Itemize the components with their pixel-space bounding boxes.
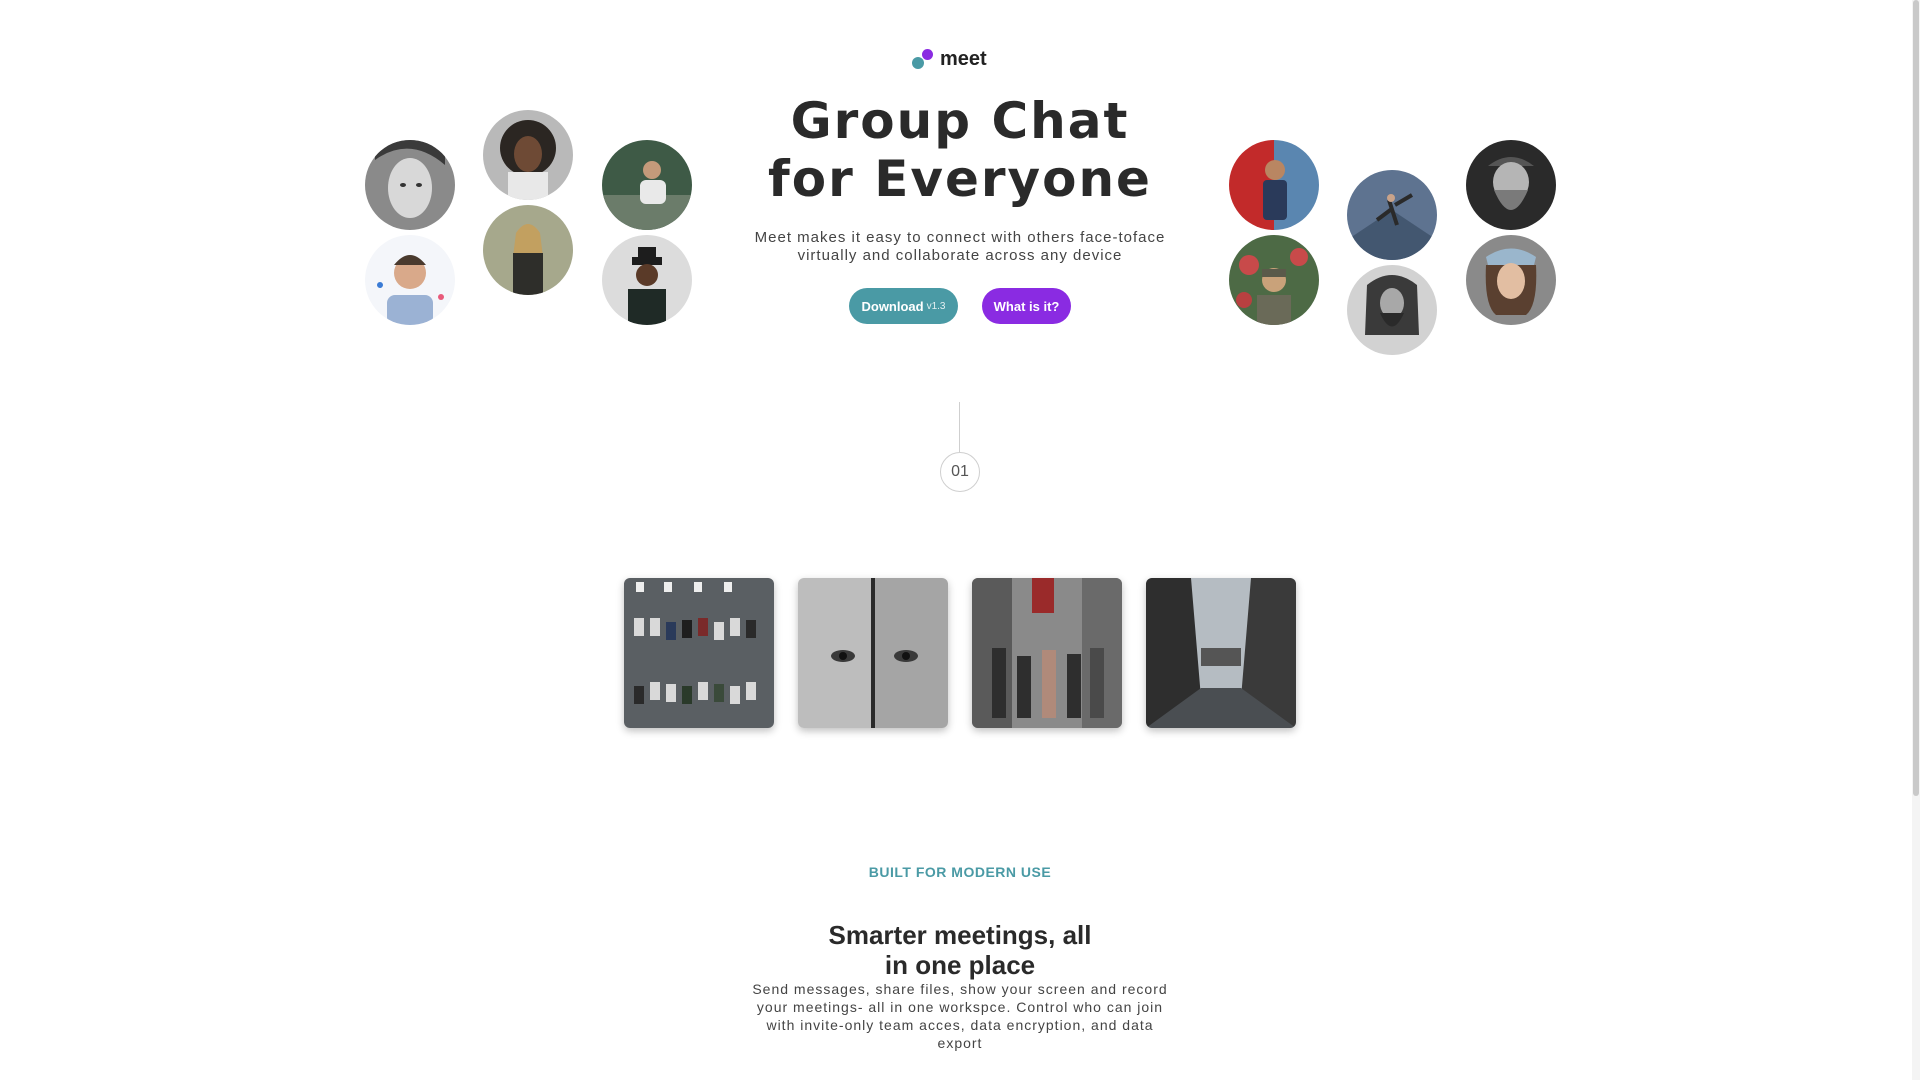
hero-subtitle: Meet makes it easy to connect with other…: [754, 229, 1166, 264]
avatar-photo: [483, 205, 573, 295]
avatar-photo: [483, 110, 573, 200]
section-title-line1: Smarter meetings, all: [828, 919, 1092, 950]
brand-logo[interactable]: meet: [912, 48, 987, 71]
brand-name: meet: [940, 48, 987, 70]
section-title-line2: in one place: [884, 949, 1036, 980]
page-scrollbar[interactable]: [1912, 0, 1920, 1080]
avatar-photo: [1466, 140, 1556, 230]
landing-page: meet Group Chat for Everyone Meet makes …: [0, 0, 1920, 1080]
download-button[interactable]: Download v1.3: [849, 288, 958, 324]
avatar-photo: [1229, 235, 1319, 325]
download-button-label: Download: [861, 298, 924, 314]
avatar-photo: [1466, 235, 1556, 325]
avatar-photo: [365, 140, 455, 230]
what-is-it-button[interactable]: What is it?: [982, 288, 1071, 324]
avatar-photo: [1229, 140, 1319, 230]
section-eyebrow: BUILT FOR MODERN USE: [868, 864, 1052, 880]
section-title: Smarter meetings, all in one place: [760, 920, 1160, 980]
avatar-photo: [602, 235, 692, 325]
what-is-it-label: What is it?: [993, 298, 1060, 314]
hero-title-line2: for Everyone: [768, 150, 1152, 208]
avatar-photo: [1347, 170, 1437, 260]
hero-title: Group Chat for Everyone: [660, 92, 1260, 208]
avatar-photo: [365, 235, 455, 325]
logo-dots-icon: [912, 48, 934, 71]
section-body: Send messages, share files, show your sc…: [752, 981, 1168, 1051]
gallery-image-street-crowd: [972, 578, 1122, 728]
scrollbar-thumb[interactable]: [1913, 0, 1919, 796]
gallery-image-parking: [624, 578, 774, 728]
download-version: v1.3: [926, 300, 946, 312]
step-number-badge: 01: [940, 452, 980, 492]
hero-title-line1: Group Chat: [790, 92, 1130, 150]
gallery-image-city-street: [1146, 578, 1296, 728]
avatar-photo: [1347, 265, 1437, 355]
avatar-photo: [602, 140, 692, 230]
step-connector-line: [959, 402, 960, 452]
gallery-image-faces: [798, 578, 948, 728]
